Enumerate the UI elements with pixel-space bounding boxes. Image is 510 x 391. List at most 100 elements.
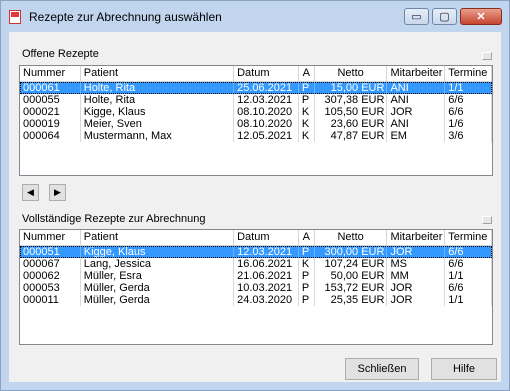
cell-patient: Müller, Gerda [81, 282, 235, 294]
cell-patient: Lang, Jessica [81, 258, 235, 270]
cell-mitarbeiter: EM [387, 130, 446, 142]
cell-art: P [299, 94, 315, 106]
cell-datum: 08.10.2020 [234, 106, 299, 118]
cell-datum: 16.06.2021 [234, 258, 299, 270]
table-row[interactable]: 000064 Mustermann, Max 12.05.2021 K 47,87 EU… [20, 130, 492, 142]
cell-termine: 3/6 [445, 130, 492, 142]
table-row[interactable]: 000021 Kigge, Klaus 08.10.2020 K 105,50 EUR J… [20, 106, 492, 118]
cell-nummer: 000019 [20, 118, 81, 130]
cell-termine: 6/6 [445, 246, 492, 258]
table-row[interactable]: 000067 Lang, Jessica 16.06.2021 K 107,24 EUR… [20, 258, 492, 270]
list-header: Nummer Patient Datum A Netto Mitarbeiter Termi… [20, 66, 492, 82]
help-button[interactable]: Hilfe [431, 358, 497, 380]
cell-patient: Mustermann, Max [81, 130, 235, 142]
cell-patient: Müller, Esra [81, 270, 235, 282]
column-header-netto[interactable]: Netto [314, 230, 388, 246]
cell-mitarbeiter: ANI [387, 118, 446, 130]
column-header-netto[interactable]: Netto [314, 66, 388, 82]
list-header: Nummer Patient Datum A Netto Mitarbeiter Termi… [20, 230, 492, 246]
column-header-nummer[interactable]: Nummer [20, 230, 81, 246]
cell-patient: Müller, Gerda [81, 294, 235, 306]
table-row[interactable]: 000011 Müller, Gerda 24.03.2020 P 25,35 EUR J… [20, 294, 492, 306]
column-header-mitarbeiter[interactable]: Mitarbeiter [387, 66, 446, 82]
section-grip[interactable] [482, 52, 492, 60]
cell-netto: 105,50 EUR [315, 106, 388, 118]
column-header-patient[interactable]: Patient [80, 66, 235, 82]
maximize-button[interactable]: ▢ [432, 8, 457, 25]
cell-mitarbeiter: JOR [387, 282, 446, 294]
close-window-button[interactable]: ✕ [460, 8, 502, 25]
table-row[interactable]: 000053 Müller, Gerda 10.03.2021 P 153,72 EUR… [20, 282, 492, 294]
complete-prescriptions-label: Vollständige Rezepte zur Abrechnung [22, 213, 206, 225]
cell-netto: 15,00 EUR [315, 82, 388, 94]
column-header-termine[interactable]: Termine [445, 230, 492, 246]
cell-netto: 107,24 EUR [315, 258, 388, 270]
cell-art: P [299, 270, 315, 282]
cell-nummer: 000055 [20, 94, 81, 106]
cell-datum: 08.10.2020 [234, 118, 299, 130]
cell-termine: 6/6 [445, 258, 492, 270]
cell-patient: Kigge, Klaus [81, 106, 235, 118]
column-header-datum[interactable]: Datum [234, 66, 299, 82]
column-header-mitarbeiter[interactable]: Mitarbeiter [387, 230, 446, 246]
cell-datum: 12.03.2021 [234, 94, 299, 106]
table-row[interactable]: 000051 Kigge, Klaus 12.03.2021 P 300,00 EUR J… [20, 246, 492, 258]
title-bar[interactable]: Rezepte zur Abrechnung auswählen ▭ ▢ ✕ [1, 1, 509, 32]
cell-datum: 21.06.2021 [234, 270, 299, 282]
cell-datum: 25.06.2021 [234, 82, 299, 94]
open-prescriptions-label: Offene Rezepte [22, 48, 99, 60]
cell-netto: 50,00 EUR [315, 270, 388, 282]
column-header-datum[interactable]: Datum [234, 230, 299, 246]
cell-art: K [299, 106, 315, 118]
cell-nummer: 000021 [20, 106, 81, 118]
cell-nummer: 000061 [20, 82, 81, 94]
cell-mitarbeiter: JOR [387, 106, 446, 118]
column-header-termine[interactable]: Termine [445, 66, 492, 82]
close-button[interactable]: Schließen [345, 358, 419, 380]
cell-netto: 300,00 EUR [315, 246, 388, 258]
table-row[interactable]: 000019 Meier, Sven 08.10.2020 K 23,60 EUR ANI… [20, 118, 492, 130]
cell-netto: 23,60 EUR [315, 118, 388, 130]
column-header-nummer[interactable]: Nummer [20, 66, 81, 82]
cell-art: K [299, 118, 315, 130]
move-right-button[interactable]: ▶ [49, 184, 66, 201]
cell-patient: Kigge, Klaus [81, 246, 235, 258]
open-prescriptions-list[interactable]: Nummer Patient Datum A Netto Mitarbeiter Termi… [19, 65, 493, 176]
cell-nummer: 000064 [20, 130, 81, 142]
cell-patient: Holte, Rita [81, 94, 235, 106]
cell-mitarbeiter: MM [387, 270, 446, 282]
column-header-patient[interactable]: Patient [80, 230, 235, 246]
cell-art: P [299, 282, 315, 294]
column-header-art[interactable]: A [298, 66, 315, 82]
table-row[interactable]: 000061 Holte, Rita 25.06.2021 P 15,00 EUR ANI… [20, 82, 492, 94]
dialog-window: Rezepte zur Abrechnung auswählen ▭ ▢ ✕ O… [0, 0, 510, 391]
section-grip[interactable] [482, 216, 492, 224]
cell-datum: 12.03.2021 [234, 246, 299, 258]
minimize-button[interactable]: ▭ [404, 8, 429, 25]
cell-art: K [299, 258, 315, 270]
cell-nummer: 000062 [20, 270, 81, 282]
cell-termine: 6/6 [445, 282, 492, 294]
cell-termine: 6/6 [445, 94, 492, 106]
cell-termine: 6/6 [445, 106, 492, 118]
cell-art: P [299, 246, 315, 258]
dialog-client-area: Offene Rezepte Nummer Patient Datum A Netto M… [9, 32, 501, 382]
cell-datum: 24.03.2020 [234, 294, 299, 306]
cell-nummer: 000053 [20, 282, 81, 294]
cell-nummer: 000011 [20, 294, 81, 306]
cell-mitarbeiter: JOR [387, 246, 446, 258]
table-row[interactable]: 000062 Müller, Esra 21.06.2021 P 50,00 EUR MM… [20, 270, 492, 282]
cell-mitarbeiter: ANI [387, 82, 446, 94]
column-header-art[interactable]: A [298, 230, 315, 246]
cell-nummer: 000067 [20, 258, 81, 270]
table-row[interactable]: 000055 Holte, Rita 12.03.2021 P 307,38 EUR AN… [20, 94, 492, 106]
window-title: Rezepte zur Abrechnung auswählen [29, 10, 222, 24]
cell-netto: 47,87 EUR [315, 130, 388, 142]
move-left-button[interactable]: ◀ [22, 184, 39, 201]
cell-netto: 153,72 EUR [315, 282, 388, 294]
cell-termine: 1/1 [445, 270, 492, 282]
complete-prescriptions-list[interactable]: Nummer Patient Datum A Netto Mitarbeiter Termi… [19, 229, 493, 345]
cell-netto: 307,38 EUR [315, 94, 388, 106]
cell-termine: 1/6 [445, 118, 492, 130]
cell-art: P [299, 294, 315, 306]
